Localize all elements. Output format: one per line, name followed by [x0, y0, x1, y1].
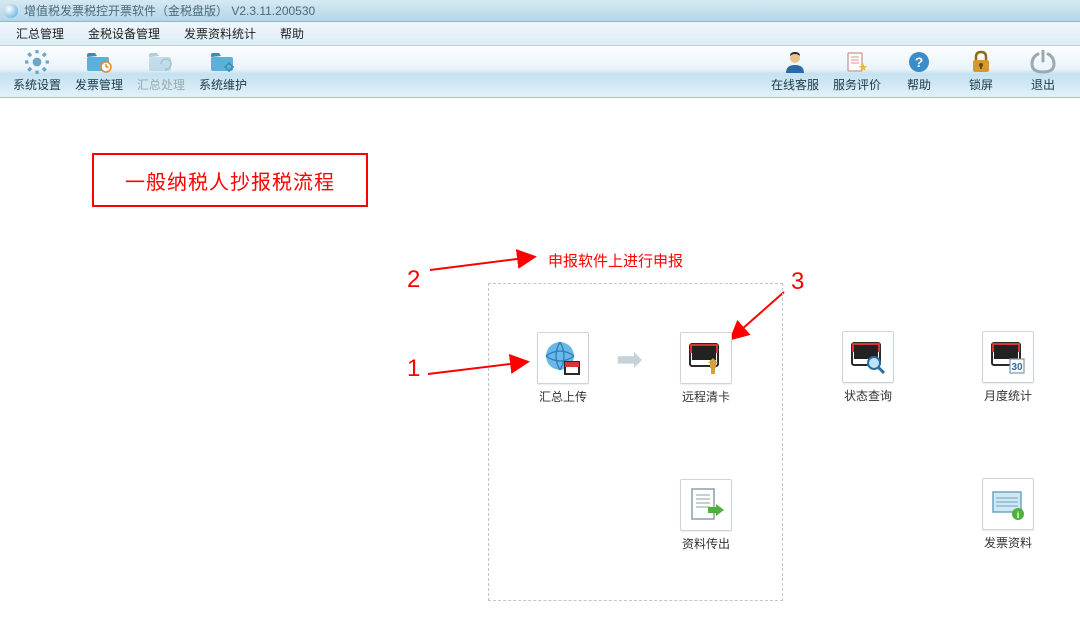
tool-label: 在线客服 — [771, 76, 819, 93]
status-query-button[interactable]: 状态查询 — [836, 331, 900, 404]
calendar-30-icon: 30 — [982, 331, 1034, 383]
titlebar: 增值税发票税控开票软件（金税盘版） V2.3.11.200530 — [0, 0, 1080, 22]
service-rating-button[interactable]: 服务评价 — [826, 48, 888, 96]
monitor-magnify-icon — [842, 331, 894, 383]
icon-label: 汇总上传 — [539, 388, 587, 405]
toolbar-right: 在线客服 服务评价 ? 帮助 锁屏 退出 — [764, 48, 1074, 96]
icon-label: 月度统计 — [984, 387, 1032, 404]
toolbar: 系统设置 发票管理 汇总处理 系统维护 在线客服 — [0, 46, 1080, 98]
doc-export-icon — [680, 479, 732, 531]
person-icon — [781, 50, 809, 74]
icon-label: 状态查询 — [844, 387, 892, 404]
annotation-step-1: 1 — [407, 355, 420, 383]
system-maintain-button[interactable]: 系统维护 — [192, 48, 254, 96]
annotation-step-3: 3 — [791, 268, 804, 296]
svg-text:i: i — [1017, 510, 1020, 520]
system-settings-button[interactable]: 系统设置 — [6, 48, 68, 96]
menu-invoice-data-stats[interactable]: 发票资料统计 — [172, 22, 268, 45]
menu-help[interactable]: 帮助 — [268, 22, 316, 45]
tool-label: 帮助 — [907, 76, 931, 93]
annotation-note: 申报软件上进行申报 — [548, 250, 683, 271]
invoice-data-button[interactable]: i 发票资料 — [976, 478, 1040, 551]
summary-process-button[interactable]: 汇总处理 — [130, 48, 192, 96]
doc-info-icon: i — [982, 478, 1034, 530]
power-icon — [1029, 50, 1057, 74]
folder-clock-icon — [85, 50, 113, 74]
invoice-manage-button[interactable]: 发票管理 — [68, 48, 130, 96]
annotation-step-2: 2 — [407, 266, 420, 294]
monthly-stats-button[interactable]: 30 月度统计 — [976, 331, 1040, 404]
folder-gear-icon — [209, 50, 237, 74]
annotation-arrow-2 — [428, 250, 548, 274]
star-paper-icon — [843, 50, 871, 74]
tool-label: 发票管理 — [75, 76, 123, 93]
globe-upload-icon — [537, 332, 589, 384]
icon-label: 资料传出 — [682, 535, 730, 552]
menu-tax-device-manage[interactable]: 金税设备管理 — [76, 22, 172, 45]
svg-text:?: ? — [915, 54, 924, 70]
tool-label: 汇总处理 — [137, 76, 185, 93]
icon-label: 远程清卡 — [682, 388, 730, 405]
summary-upload-button[interactable]: 汇总上传 — [531, 332, 595, 405]
annotation-title-text: 一般纳税人抄报税流程 — [125, 166, 335, 195]
help-button[interactable]: ? 帮助 — [888, 48, 950, 96]
exit-button[interactable]: 退出 — [1012, 48, 1074, 96]
annotation-title-box: 一般纳税人抄报税流程 — [92, 153, 368, 207]
data-export-button[interactable]: 资料传出 — [674, 479, 738, 552]
tool-label: 系统维护 — [199, 76, 247, 93]
flow-panel: 汇总上传 ➡ 远程清卡 资料传出 — [488, 283, 783, 601]
toolbar-left: 系统设置 发票管理 汇总处理 系统维护 — [6, 48, 254, 96]
icon-label: 发票资料 — [984, 534, 1032, 551]
flow-arrow-icon: ➡ — [616, 340, 643, 378]
online-service-button[interactable]: 在线客服 — [764, 48, 826, 96]
lock-button[interactable]: 锁屏 — [950, 48, 1012, 96]
window-title: 增值税发票税控开票软件（金税盘版） V2.3.11.200530 — [24, 2, 315, 19]
menu-summary-manage[interactable]: 汇总管理 — [4, 22, 76, 45]
tool-label: 服务评价 — [833, 76, 881, 93]
tool-label: 退出 — [1031, 76, 1055, 93]
folder-cycle-icon — [147, 50, 175, 74]
lock-icon — [967, 50, 995, 74]
tool-label: 系统设置 — [13, 76, 61, 93]
clear-card-icon — [680, 332, 732, 384]
question-icon: ? — [905, 50, 933, 74]
content-area: 一般纳税人抄报税流程 1 2 3 申报软件上进行申报 汇总上传 ➡ 远程清卡 — [0, 98, 1080, 625]
svg-text:30: 30 — [1011, 362, 1023, 373]
gear-icon — [23, 50, 51, 74]
menubar: 汇总管理 金税设备管理 发票资料统计 帮助 — [0, 22, 1080, 46]
remote-clear-button[interactable]: 远程清卡 — [674, 332, 738, 405]
tool-label: 锁屏 — [969, 76, 993, 93]
app-icon — [4, 4, 18, 18]
